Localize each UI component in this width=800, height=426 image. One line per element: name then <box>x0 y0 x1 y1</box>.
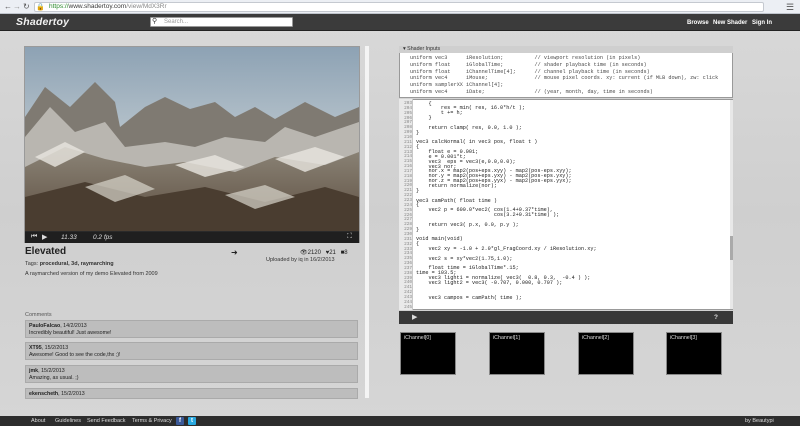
page-scrollbar[interactable] <box>365 46 369 398</box>
back-icon[interactable]: ← <box>4 2 12 11</box>
uniform-line: uniform float iGlobalTime; // shader pla… <box>410 62 647 68</box>
forward-icon[interactable]: → <box>13 2 21 11</box>
shader-inputs-header[interactable]: ▾ Shader Inputs <box>399 46 733 53</box>
code-line: } <box>416 129 420 136</box>
comment-text: Awesome! Good to see the code,thx ;)! <box>29 352 121 358</box>
footer-credit: by Beautypi <box>745 418 774 424</box>
play-icon[interactable]: ▶ <box>42 233 47 241</box>
comment-author: PauloFalcao, 14/2/2013 <box>29 323 87 329</box>
tags-line: Tags: procedural, 3d, raymarching <box>25 261 114 267</box>
search-icon[interactable]: ⚲ <box>152 17 157 25</box>
tags-list[interactable]: procedural, 3d, raymarching <box>40 261 114 267</box>
stats: 👁2120 ♥21 ■8 <box>300 249 348 256</box>
channel-slot-1[interactable]: iChannel[1] <box>489 332 545 375</box>
channel-label: iChannel[2] <box>582 335 609 341</box>
code-line: return normalize(nor); <box>416 182 497 189</box>
shader-canvas[interactable] <box>25 47 359 231</box>
facebook-icon[interactable]: f <box>176 417 184 425</box>
comments-count: 8 <box>344 250 348 256</box>
comment-author: ekenscheth, 15/2/2013 <box>29 391 85 397</box>
comments-heading: Comments <box>25 312 52 318</box>
shader-inputs-title: Shader Inputs <box>407 46 441 52</box>
url-path: /view/MdX3Rr <box>126 3 167 10</box>
code-line: vec3 calcNormal( in vec3 pos, float t ) <box>416 139 538 146</box>
code-line: } <box>416 226 420 233</box>
shader-description: A raymarched version of my demo Elevated… <box>25 271 158 277</box>
channel-label: iChannel[1] <box>493 335 520 341</box>
code-line: } <box>416 187 420 194</box>
menu-icon[interactable]: ☰ <box>786 2 794 13</box>
code-line: return vec3( p.x, 0.0, p.y ); <box>416 221 519 228</box>
channel-slot-2[interactable]: iChannel[2] <box>578 332 634 375</box>
eye-icon: 👁 <box>300 250 308 256</box>
uniform-line: uniform vec4 iMouse; // mouse pixel coor… <box>410 75 719 81</box>
code-line: cos(3.2+0.31*time) ); <box>416 212 560 219</box>
comment-item: jmk, 15/2/2013 Amazing, as usual. ;) <box>25 365 358 383</box>
editor-toolbar: ▶ ? <box>399 311 733 324</box>
new-shader-link[interactable]: New Shader <box>713 20 747 26</box>
editor-scrollbar-thumb[interactable] <box>730 236 733 260</box>
uniform-line: uniform vec3 iResolution; // viewport re… <box>410 55 641 61</box>
help-button[interactable]: ? <box>714 314 718 321</box>
code-line: vec3 light2 = vec3( -0.707, 0.000, 0.707… <box>416 279 563 286</box>
channel-slot-3[interactable]: iChannel[3] <box>666 332 722 375</box>
twitter-icon[interactable]: t <box>188 417 196 425</box>
share-icon[interactable]: ➜ <box>231 248 238 257</box>
uniform-line: uniform samplerXX iChannel[4]; <box>410 82 504 88</box>
reload-icon[interactable]: ↻ <box>23 2 30 11</box>
editor-scrollbar[interactable] <box>730 100 733 309</box>
channel-label: iChannel[3] <box>670 335 697 341</box>
comment-item: ekenscheth, 15/2/2013 <box>25 388 358 399</box>
channel-label: iChannel[0] <box>404 335 431 341</box>
address-bar[interactable]: https://www.shadertoy.com/view/MdX3Rr <box>34 2 764 12</box>
search-input[interactable]: Search... <box>150 17 293 27</box>
tags-label: Tags: <box>25 261 39 267</box>
collapse-icon[interactable]: ▾ <box>403 46 406 52</box>
lock-icon: 🔒 <box>36 4 45 11</box>
shadertoy-logo[interactable]: Shadertoy <box>16 16 69 28</box>
send-feedback-link[interactable]: Send Feedback <box>87 418 126 424</box>
comment-author: jmk, 15/2/2013 <box>29 368 65 374</box>
url-scheme: https:// <box>49 3 69 10</box>
rendered-landscape-image <box>25 47 359 231</box>
line-number: 245 <box>404 304 412 310</box>
guidelines-link[interactable]: Guidelines <box>55 418 81 424</box>
browse-link[interactable]: Browse <box>687 20 709 26</box>
terms-privacy-link[interactable]: Terms & Privacy <box>132 418 172 424</box>
code-line: vec2 s = xy*vec2(1.75,1.0); <box>416 255 513 262</box>
uploaded-info: Uploaded by iq in 16/2/2013 <box>266 257 335 263</box>
comment-text: Incredibly beautiful! Just awesome! <box>29 330 112 336</box>
url-host: www.shadertoy.com <box>68 3 127 10</box>
player-controls: ⏮ ▶ 11.33 0.2 fps ⛶ <box>25 232 359 243</box>
rewind-icon[interactable]: ⏮ <box>31 233 37 241</box>
fullscreen-icon[interactable]: ⛶ <box>347 233 352 241</box>
site-header <box>0 14 800 31</box>
sign-in-link[interactable]: Sign In <box>752 20 772 26</box>
fps-counter: 0.2 fps <box>93 234 113 241</box>
code-line: void main(void) <box>416 236 463 243</box>
shader-title: Elevated <box>25 246 67 257</box>
code-line: return clamp( res, 0.0, 1.0 ); <box>416 124 522 131</box>
comment-author: XT95, 15/2/2013 <box>29 345 69 351</box>
channel-slot-0[interactable]: iChannel[0] <box>400 332 456 375</box>
compile-play-icon[interactable]: ▶ <box>412 313 417 321</box>
likes-count: 21 <box>329 250 336 256</box>
code-line: vec2 xy = -1.0 + 2.0*gl_FragCoord.xy / i… <box>416 246 597 252</box>
code-line: vec3 camPath( float time ) <box>416 197 497 204</box>
code-line: vec3 campos = camPath( time ); <box>416 294 522 301</box>
views-count: 2120 <box>307 250 321 256</box>
uniform-line: uniform vec4 iDate; // (year, month, day… <box>410 89 653 95</box>
playback-time: 11.33 <box>61 234 77 241</box>
comment-text: Amazing, as usual. ;) <box>29 375 79 381</box>
comment-item: PauloFalcao, 14/2/2013 Incredibly beauti… <box>25 320 358 338</box>
about-link[interactable]: About <box>31 418 45 424</box>
code-line: } <box>416 115 432 122</box>
comment-item: XT95, 15/2/2013 Awesome! Good to see the… <box>25 342 358 360</box>
